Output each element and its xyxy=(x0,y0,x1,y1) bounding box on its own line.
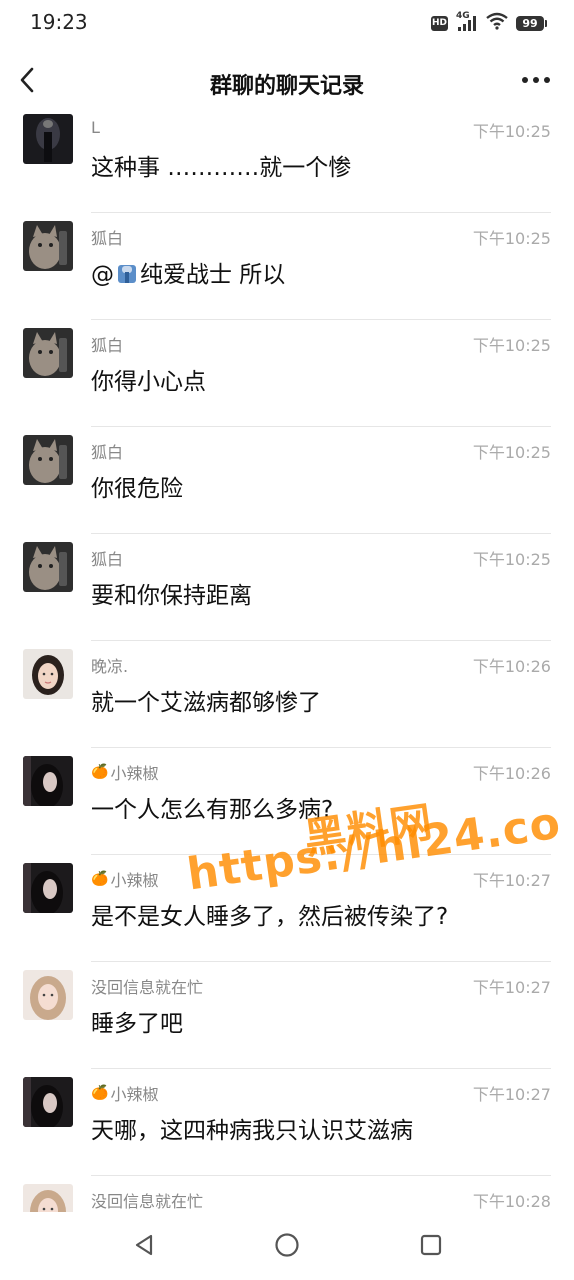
message-text: @ 纯爱战士 所以 xyxy=(91,255,285,289)
sender-name: 狐白 xyxy=(91,229,124,248)
status-time: 19:23 xyxy=(30,10,88,34)
sender-name: 🍊 小辣椒 xyxy=(91,871,159,890)
message-row[interactable]: 狐白 下午10:25 要和你保持距离 xyxy=(0,534,574,641)
triangle-back-icon xyxy=(135,1234,153,1256)
message-time: 下午10:27 xyxy=(472,871,551,890)
avatar[interactable] xyxy=(23,435,73,485)
nav-home-button[interactable] xyxy=(270,1228,304,1262)
message-row[interactable]: 狐白 下午10:25 @ 纯爱战士 所以 xyxy=(0,213,574,320)
system-navigation-bar xyxy=(0,1212,574,1280)
nav-recents-button[interactable] xyxy=(414,1228,448,1262)
message-row[interactable]: 🍊 小辣椒 下午10:27 是不是女人睡多了，然后被传染了? xyxy=(0,855,574,962)
mention-prefix: @ xyxy=(91,262,114,288)
sender-name: 狐白 xyxy=(91,443,124,462)
orange-emoji-icon: 🍊 xyxy=(91,764,109,780)
status-bar: 19:23 HD 4G 99 xyxy=(0,0,574,44)
avatar[interactable] xyxy=(23,863,73,913)
sender-name: 没回信息就在忙 xyxy=(91,978,204,997)
chat-header: 群聊的聊天记录 xyxy=(0,48,574,112)
message-time: 下午10:25 xyxy=(472,550,551,569)
mention-text: 纯爱战士 所以 xyxy=(140,262,286,288)
page-title: 群聊的聊天记录 xyxy=(209,74,364,99)
message-time: 下午10:27 xyxy=(472,978,551,997)
avatar[interactable] xyxy=(23,756,73,806)
message-text: 你很危险 xyxy=(91,476,183,502)
orange-emoji-icon: 🍊 xyxy=(91,1085,109,1101)
more-horizontal-icon xyxy=(522,77,550,83)
orange-emoji-icon: 🍊 xyxy=(91,871,109,887)
message-time: 下午10:28 xyxy=(472,1192,551,1211)
message-time: 下午10:26 xyxy=(472,764,551,783)
avatar[interactable] xyxy=(23,1184,73,1212)
avatar[interactable] xyxy=(23,542,73,592)
chat-history-list[interactable]: L 下午10:25 这种事 …………就一个惨 狐白 下午10:25 @ 纯爱战士 … xyxy=(0,106,574,1212)
message-row[interactable]: 晚凉. 下午10:26 就一个艾滋病都够惨了 xyxy=(0,641,574,748)
message-time: 下午10:25 xyxy=(472,443,551,462)
message-text: 天哪，这四种病我只认识艾滋病 xyxy=(91,1118,413,1144)
message-text: 你得小心点 xyxy=(91,369,206,395)
hoodie-emoji-icon xyxy=(118,265,136,283)
sender-name: 没回信息就在忙 xyxy=(91,1192,204,1211)
message-time: 下午10:25 xyxy=(472,336,551,355)
message-row[interactable]: 没回信息就在忙 下午10:27 睡多了吧 xyxy=(0,962,574,1069)
battery-icon: 99 xyxy=(516,15,547,31)
message-time: 下午10:27 xyxy=(472,1085,551,1104)
wifi-icon xyxy=(486,12,508,34)
sender-name: 🍊 小辣椒 xyxy=(91,764,159,783)
message-row[interactable]: 🍊 小辣椒 下午10:26 一个人怎么有那么多病? xyxy=(0,748,574,855)
message-text: 是不是女人睡多了，然后被传染了? xyxy=(91,904,449,930)
sender-name: 🍊 小辣椒 xyxy=(91,1085,159,1104)
avatar[interactable] xyxy=(23,221,73,271)
message-row[interactable]: 没回信息就在忙 下午10:28 xyxy=(0,1176,574,1212)
message-time: 下午10:25 xyxy=(472,229,551,248)
nav-back-button[interactable] xyxy=(127,1228,161,1262)
avatar[interactable] xyxy=(23,114,73,164)
sender-name: 狐白 xyxy=(91,550,124,569)
message-row[interactable]: L 下午10:25 这种事 …………就一个惨 xyxy=(0,106,574,213)
message-time: 下午10:25 xyxy=(472,122,551,141)
avatar[interactable] xyxy=(23,328,73,378)
message-row[interactable]: 🍊 小辣椒 下午10:27 天哪，这四种病我只认识艾滋病 xyxy=(0,1069,574,1176)
message-row[interactable]: 狐白 下午10:25 你很危险 xyxy=(0,427,574,534)
message-time: 下午10:26 xyxy=(472,657,551,676)
message-row[interactable]: 狐白 下午10:25 你得小心点 xyxy=(0,320,574,427)
status-icons: HD 4G 99 xyxy=(431,11,547,34)
square-recents-icon xyxy=(420,1234,442,1256)
sender-name: 晚凉. xyxy=(91,657,129,676)
sender-name: 狐白 xyxy=(91,336,124,355)
more-options-button[interactable] xyxy=(516,64,556,96)
message-text: 睡多了吧 xyxy=(91,1011,183,1037)
message-text: 就一个艾滋病都够惨了 xyxy=(91,690,321,716)
hd-icon: HD xyxy=(431,15,448,31)
cellular-signal-icon: 4G xyxy=(456,11,478,32)
message-text: 一个人怎么有那么多病? xyxy=(91,797,334,823)
circle-home-icon xyxy=(275,1233,299,1257)
avatar[interactable] xyxy=(23,649,73,699)
sender-name: L xyxy=(91,118,100,137)
message-text: 要和你保持距离 xyxy=(91,583,252,609)
avatar[interactable] xyxy=(23,970,73,1020)
network-type-label: 4G xyxy=(456,11,470,21)
message-text: 这种事 …………就一个惨 xyxy=(91,155,352,181)
avatar[interactable] xyxy=(23,1077,73,1127)
